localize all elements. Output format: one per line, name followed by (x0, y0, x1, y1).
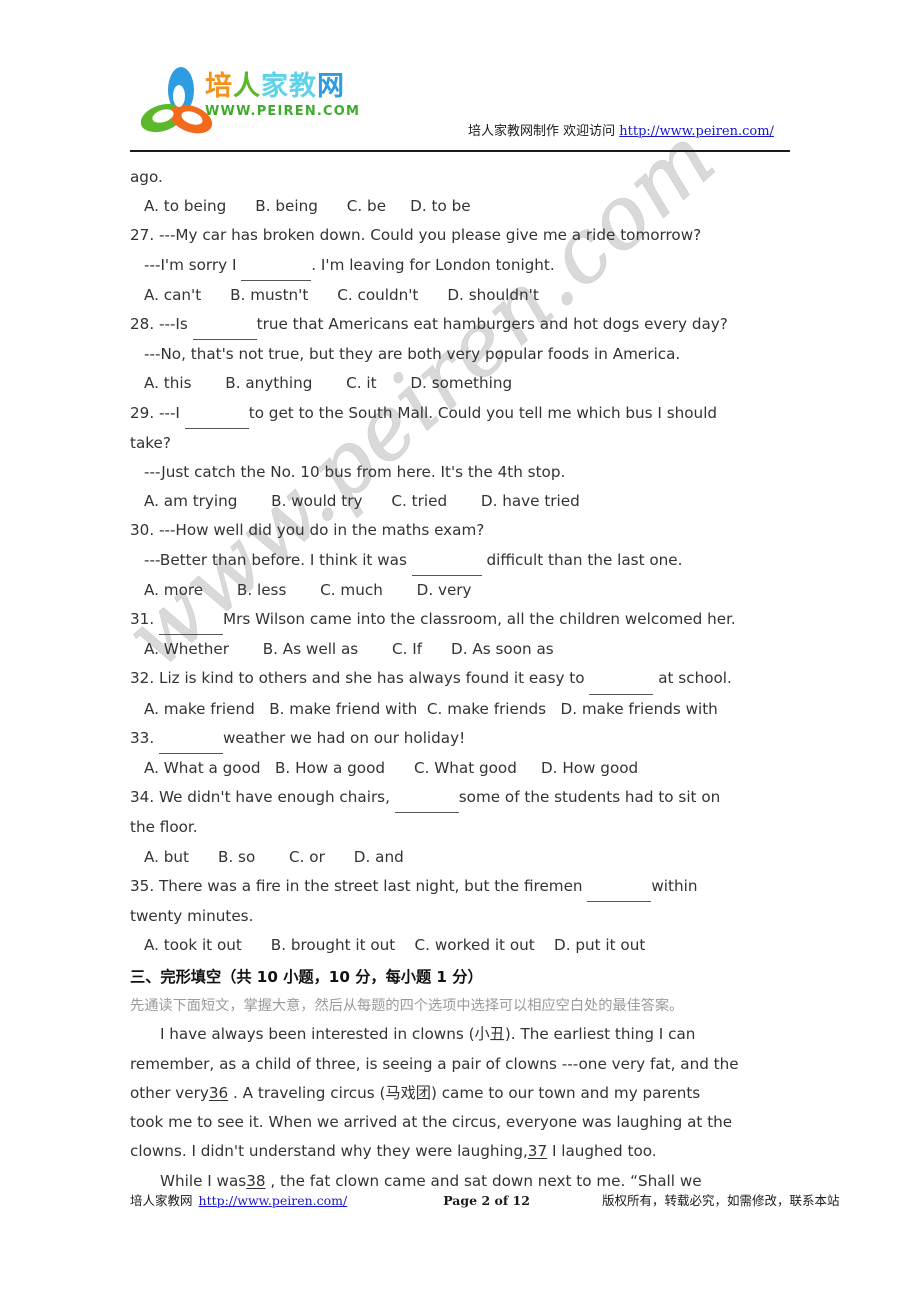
question-text-after: some of the students had to sit on (458, 788, 721, 807)
question-line-with-blank: ---I'm sorry I . I'm leaving for London … (130, 251, 795, 281)
question-line: A. Whether B. As well as C. If D. As soo… (144, 640, 554, 659)
document-content: ago. A. to being B. being C. be D. to be 2… (130, 163, 795, 1196)
answer-blank (411, 546, 482, 576)
cloze-blank-number: 36 (208, 1083, 229, 1102)
cloze-blank-number: 37 (527, 1142, 548, 1161)
passage-line: remember, as a child of three, is seeing… (130, 1050, 795, 1079)
question-line: A. What a good B. How a good C. What goo… (144, 759, 639, 778)
logo-chinese-name: 培人家教网 (205, 72, 360, 102)
document-page: www.peiren.com 培人家教网 WWW.PEIREN.COM 培人家教… (0, 0, 920, 1302)
question-line: ---No, that's not true, but they are bot… (144, 345, 681, 364)
question-line-with-blank: ---Better than before. I think it was di… (130, 546, 795, 576)
logo-wordmark: 培人家教网 WWW.PEIREN.COM (205, 72, 360, 120)
question-line: A. more B. less C. much D. very (144, 580, 472, 599)
header-site-link[interactable]: http://www.peiren.com/ (619, 124, 774, 139)
passage-text: took me to see it. When we arrived at th… (130, 1113, 733, 1132)
passage-line: other very36 . A traveling circus (马戏团) … (130, 1079, 795, 1108)
question-line-with-blank: 32. Liz is kind to others and she has al… (130, 664, 795, 695)
passage-text: clowns. I didn't understand why they wer… (130, 1142, 528, 1161)
header-divider (130, 150, 790, 152)
question-line: A. make friend B. make friend with C. ma… (144, 699, 718, 718)
question-list: ago. A. to being B. being C. be D. to be 2… (130, 163, 795, 960)
passage-text: remember, as a child of three, is seeing… (130, 1054, 739, 1073)
logo-char-3: 家 (261, 71, 289, 102)
question-text-after: within (651, 876, 698, 895)
question-text-after: difficult than the last one. (481, 550, 683, 569)
answer-blank (394, 783, 459, 814)
footer-site-block: 培人家教网 http://www.peiren.com/ (130, 1190, 347, 1209)
passage-text: other very (130, 1083, 209, 1102)
cloze-passage: I have always been interested in clowns … (130, 1020, 795, 1195)
passage-line: clowns. I didn't understand why they wer… (130, 1137, 795, 1166)
question-line: 30. ---How well did you do in the maths … (130, 521, 485, 540)
question-line: A. to being B. being C. be D. to be (144, 197, 471, 216)
question-line-with-blank: 33. weather we had on our holiday! (130, 724, 795, 755)
footer-copyright: 版权所有，转载必究，如需修改，联系本站 (601, 1193, 840, 1208)
question-line: A. am trying B. would try C. tried D. ha… (144, 492, 580, 511)
answer-blank (184, 399, 249, 429)
question-line: A. this B. anything C. it D. something (144, 374, 513, 393)
question-line-with-blank: 28. ---Is true that Americans eat hambur… (130, 310, 795, 341)
passage-text: . A traveling circus (马戏团) came to our t… (228, 1083, 701, 1102)
question-text-before: 28. ---Is (130, 315, 193, 334)
question-line-with-blank: 31. Mrs Wilson came into the classroom, … (130, 605, 795, 636)
answer-blank (241, 251, 312, 281)
question-line: A. but B. so C. or D. and (144, 847, 404, 866)
question-text-before: 32. Liz is kind to others and she has al… (130, 669, 590, 688)
answer-blank (587, 872, 652, 903)
question-line-with-blank: 35. There was a fire in the street last … (130, 872, 795, 903)
peiren-trefoil-logo-icon (140, 66, 213, 146)
question-text-before: ---I'm sorry I (144, 255, 242, 274)
question-line: A. can't B. mustn't C. couldn't D. shoul… (144, 285, 539, 304)
question-text-after: . I'm leaving for London tonight. (311, 255, 555, 274)
footer-site-name: 培人家教网 (130, 1193, 193, 1208)
passage-line: I have always been interested in clowns … (130, 1020, 795, 1049)
question-line-with-blank: 34. We didn't have enough chairs, some o… (130, 783, 795, 814)
answer-blank (158, 605, 223, 636)
question-text-before: 29. ---I (130, 403, 185, 422)
site-logo: 培人家教网 WWW.PEIREN.COM (140, 64, 359, 150)
logo-char-4: 教 (289, 71, 317, 102)
passage-text: , the fat clown came and sat down next t… (265, 1171, 702, 1190)
logo-char-1: 培 (205, 71, 233, 102)
page-footer: 培人家教网 http://www.peiren.com/ Page 2 of 12… (130, 1190, 839, 1209)
footer-site-link[interactable]: http://www.peiren.com/ (199, 1193, 348, 1208)
header-note-text: 培人家教网制作 欢迎访问 (468, 124, 620, 139)
question-text-after: weather we had on our holiday! (222, 728, 466, 747)
question-line: 27. ---My car has broken down. Could you… (130, 226, 702, 245)
passage-text: I laughed too. (547, 1142, 657, 1161)
question-line-with-blank: 29. ---I to get to the South Mall. Could… (130, 399, 795, 429)
section-instruction: 先通读下面短文，掌握大意，然后从每题的四个选项中选择可以相应空白处的最佳答案。 (130, 998, 684, 1015)
question-line: take? (130, 433, 171, 452)
question-line: ago. (130, 168, 163, 186)
answer-blank (192, 310, 257, 341)
question-text-after: to get to the South Mall. Could you tell… (248, 403, 718, 422)
passage-line: took me to see it. When we arrived at th… (130, 1108, 795, 1137)
question-text-before: 31. (130, 610, 159, 629)
logo-char-2: 人 (233, 71, 261, 102)
question-line: A. took it out B. brought it out C. work… (144, 936, 646, 955)
question-line: ---Just catch the No. 10 bus from here. … (144, 463, 566, 482)
question-line: twenty minutes. (130, 907, 254, 926)
question-text-before: 34. We didn't have enough chairs, (130, 788, 395, 807)
question-text-before: 35. There was a fire in the street last … (130, 876, 588, 895)
passage-text: While I was (160, 1171, 247, 1190)
question-text-after: at school. (653, 669, 732, 688)
passage-text: I have always been interested in clowns … (160, 1025, 696, 1044)
answer-blank (158, 724, 223, 755)
header-note: 培人家教网制作 欢迎访问 http://www.peiren.com/ (468, 120, 774, 139)
page-header: 培人家教网 WWW.PEIREN.COM 培人家教网制作 欢迎访问 http:/… (0, 0, 920, 152)
question-line: the floor. (130, 818, 198, 837)
cloze-blank-number: 38 (246, 1171, 266, 1190)
answer-blank (589, 664, 654, 695)
question-text-before: ---Better than before. I think it was (144, 550, 412, 569)
footer-page-number: Page 2 of 12 (443, 1193, 530, 1208)
logo-char-5: 网 (317, 71, 345, 102)
question-text-before: 33. (130, 728, 159, 747)
question-text-after: true that Americans eat hamburgers and h… (256, 315, 728, 334)
question-text-after: Mrs Wilson came into the classroom, all … (222, 610, 736, 629)
logo-url-text: WWW.PEIREN.COM (205, 104, 361, 119)
section-heading: 三、完形填空（共 10 小题，10 分，每小题 1 分） (130, 968, 483, 987)
